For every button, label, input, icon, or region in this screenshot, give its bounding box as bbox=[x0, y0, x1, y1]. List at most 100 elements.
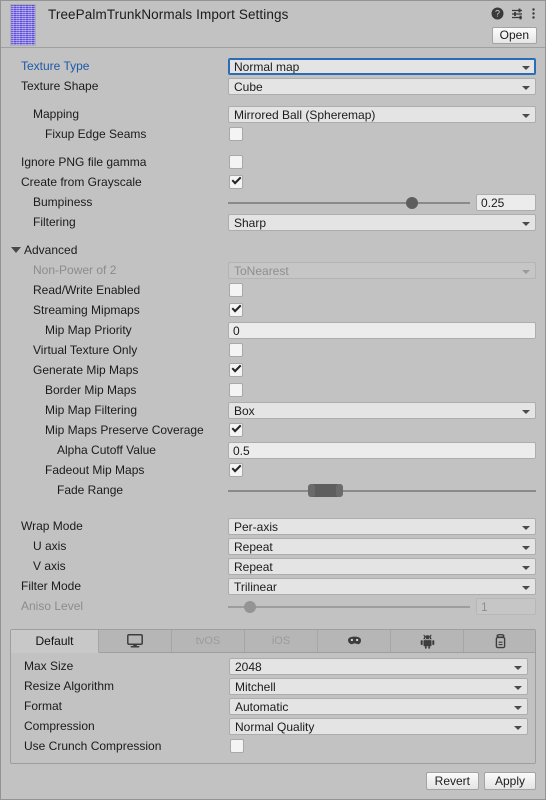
label-mapping: Mapping bbox=[33, 107, 80, 121]
alpha-cutoff-value-input[interactable]: 0.5 bbox=[228, 442, 536, 459]
advanced-foldout-toggle[interactable]: Advanced bbox=[11, 243, 77, 257]
mip-map-filtering-dropdown[interactable]: Box bbox=[228, 402, 536, 419]
row-bumpiness: Bumpiness 0.25 bbox=[1, 192, 545, 212]
fade-range-track[interactable] bbox=[228, 490, 536, 492]
border-mip-maps-checkbox[interactable] bbox=[229, 383, 243, 397]
label-alpha-cutoff-value: Alpha Cutoff Value bbox=[57, 443, 156, 457]
mapping-dropdown[interactable]: Mirrored Ball (Spheremap) bbox=[228, 106, 536, 123]
bumpiness-slider[interactable] bbox=[228, 197, 470, 209]
row-use-crunch-compression: Use Crunch Compression bbox=[11, 736, 535, 756]
row-mip-map-filtering: Mip Map Filtering Box bbox=[1, 400, 545, 420]
format-dropdown[interactable]: Automatic bbox=[229, 698, 528, 715]
field-fade-range bbox=[228, 482, 536, 499]
row-fadeout-mip-maps: Fadeout Mip Maps bbox=[1, 460, 545, 480]
label-mip-map-priority: Mip Map Priority bbox=[45, 323, 132, 337]
label-virtual-texture-only: Virtual Texture Only bbox=[33, 343, 138, 357]
row-read-write-enabled: Read/Write Enabled bbox=[1, 280, 545, 300]
tab-standalone[interactable] bbox=[99, 630, 172, 652]
header-icon-group: ? bbox=[491, 7, 536, 20]
row-v-axis: V axis Repeat bbox=[1, 556, 545, 576]
fade-range-min-handle[interactable] bbox=[308, 484, 316, 497]
read-write-enabled-checkbox[interactable] bbox=[229, 283, 243, 297]
u-axis-dropdown[interactable]: Repeat bbox=[228, 538, 536, 555]
field-alpha-cutoff-value: 0.5 bbox=[228, 442, 536, 459]
row-mapping: Mapping Mirrored Ball (Spheremap) bbox=[1, 104, 545, 124]
tab-default[interactable]: Default bbox=[11, 630, 99, 653]
field-mapping: Mirrored Ball (Spheremap) bbox=[228, 106, 536, 123]
fadeout-mip-maps-checkbox[interactable] bbox=[229, 462, 243, 477]
label-create-from-grayscale: Create from Grayscale bbox=[21, 175, 142, 189]
label-bumpiness: Bumpiness bbox=[33, 195, 93, 209]
label-filtering: Filtering bbox=[33, 215, 76, 229]
mip-maps-preserve-coverage-checkbox[interactable] bbox=[229, 422, 243, 437]
label-generate-mip-maps: Generate Mip Maps bbox=[33, 363, 139, 377]
page-title: TreePalmTrunkNormals Import Settings bbox=[48, 7, 289, 22]
max-size-dropdown[interactable]: 2048 bbox=[229, 658, 528, 675]
row-advanced-foldout: Advanced bbox=[1, 240, 545, 260]
tab-visionos[interactable] bbox=[318, 630, 391, 652]
v-axis-dropdown[interactable]: Repeat bbox=[228, 558, 536, 575]
row-mip-maps-preserve-coverage: Mip Maps Preserve Coverage bbox=[1, 420, 545, 440]
row-fade-range: Fade Range bbox=[1, 480, 545, 500]
bumpiness-value-input[interactable]: 0.25 bbox=[476, 194, 536, 211]
field-format: Automatic bbox=[229, 698, 528, 715]
label-u-axis: U axis bbox=[33, 539, 67, 553]
field-max-size: 2048 bbox=[229, 658, 528, 675]
field-mip-map-priority: 0 bbox=[228, 322, 536, 339]
filtering-dropdown[interactable]: Sharp bbox=[228, 214, 536, 231]
row-create-from-grayscale: Create from Grayscale bbox=[1, 172, 545, 192]
settings-body: Texture Type Normal map Texture Shape Cu… bbox=[1, 48, 545, 616]
fixup-edge-seams-checkbox[interactable] bbox=[229, 127, 243, 141]
label-mip-map-filtering: Mip Map Filtering bbox=[45, 403, 138, 417]
kebab-menu-icon[interactable] bbox=[531, 7, 536, 20]
label-texture-type: Texture Type bbox=[21, 59, 90, 73]
tab-ios[interactable]: iOS bbox=[245, 630, 318, 652]
help-circle-icon[interactable]: ? bbox=[491, 7, 504, 20]
mip-map-priority-input[interactable]: 0 bbox=[228, 322, 536, 339]
use-crunch-compression-checkbox[interactable] bbox=[230, 739, 244, 753]
revert-button[interactable]: Revert bbox=[425, 772, 479, 790]
label-wrap-mode: Wrap Mode bbox=[21, 519, 83, 533]
create-from-grayscale-checkbox[interactable] bbox=[229, 174, 243, 189]
field-filter-mode: Trilinear bbox=[228, 578, 536, 595]
check-mark-icon bbox=[231, 302, 242, 313]
inspector-header: TreePalmTrunkNormals Import Settings ? O… bbox=[1, 1, 545, 48]
virtual-texture-only-checkbox[interactable] bbox=[229, 343, 243, 357]
open-button[interactable]: Open bbox=[491, 27, 537, 44]
field-u-axis: Repeat bbox=[228, 538, 536, 555]
texture-shape-dropdown[interactable]: Cube bbox=[228, 78, 536, 95]
label-streaming-mipmaps: Streaming Mipmaps bbox=[33, 303, 140, 317]
row-generate-mip-maps: Generate Mip Maps bbox=[1, 360, 545, 380]
field-aniso-level: 1 bbox=[228, 598, 536, 615]
field-texture-type: Normal map bbox=[228, 58, 536, 75]
aniso-level-slider-handle bbox=[243, 601, 256, 613]
texture-type-dropdown[interactable]: Normal map bbox=[228, 58, 536, 75]
label-read-write-enabled: Read/Write Enabled bbox=[33, 283, 141, 297]
compression-dropdown[interactable]: Normal Quality bbox=[229, 718, 528, 735]
wrap-mode-dropdown[interactable]: Per-axis bbox=[228, 518, 536, 535]
advanced-foldout-label: Advanced bbox=[24, 243, 78, 257]
streaming-mipmaps-checkbox[interactable] bbox=[229, 302, 243, 317]
label-non-power-of-2: Non-Power of 2 bbox=[33, 263, 117, 277]
footer-buttons: Revert Apply bbox=[425, 772, 536, 790]
filter-mode-dropdown[interactable]: Trilinear bbox=[228, 578, 536, 595]
tab-ios-label: iOS bbox=[271, 635, 291, 647]
tab-android[interactable] bbox=[391, 630, 464, 652]
fade-range-max-handle[interactable] bbox=[335, 484, 343, 497]
resize-algorithm-dropdown[interactable]: Mitchell bbox=[229, 678, 528, 695]
fade-range-selected-bar[interactable] bbox=[311, 484, 339, 497]
bumpiness-slider-handle[interactable] bbox=[405, 197, 418, 209]
aniso-level-slider bbox=[228, 601, 470, 613]
preset-sliders-icon[interactable] bbox=[511, 7, 524, 20]
tab-webgl[interactable] bbox=[464, 630, 537, 652]
field-resize-algorithm: Mitchell bbox=[229, 678, 528, 695]
label-filter-mode: Filter Mode bbox=[21, 579, 82, 593]
field-texture-shape: Cube bbox=[228, 78, 536, 95]
apply-button[interactable]: Apply bbox=[484, 772, 536, 790]
tab-tvos[interactable]: tvOS bbox=[172, 630, 245, 652]
standalone-monitor-icon bbox=[127, 634, 143, 648]
ignore-png-gamma-checkbox[interactable] bbox=[229, 155, 243, 169]
platform-settings-rows: Max Size 2048 Resize Algorithm Mitchell … bbox=[11, 653, 535, 756]
generate-mip-maps-checkbox[interactable] bbox=[229, 362, 243, 377]
